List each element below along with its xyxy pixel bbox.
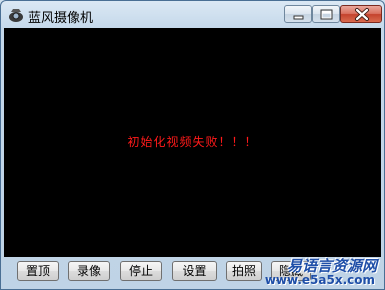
camera-app-icon	[7, 6, 25, 24]
close-button[interactable]	[340, 5, 382, 23]
minimize-icon	[293, 15, 304, 20]
status-message: 初始化视频失败！！！	[127, 135, 258, 149]
stop-button[interactable]: 停止	[120, 261, 162, 281]
top-button[interactable]: 置顶	[17, 261, 59, 281]
watermark-url: www.e5a5x.com	[264, 273, 375, 287]
video-preview-area: 初始化视频失败！！！	[4, 28, 381, 257]
maximize-button[interactable]	[312, 5, 340, 23]
minimize-button[interactable]	[284, 5, 312, 23]
site-watermark: 易语言资源网 www.e5a5x.com	[264, 255, 381, 289]
window-title: 蓝风摄像机	[28, 11, 94, 26]
maximize-icon	[320, 9, 333, 20]
photo-button[interactable]: 拍照	[226, 261, 262, 281]
title-bar[interactable]: 蓝风摄像机	[1, 1, 384, 29]
close-icon	[355, 8, 369, 21]
record-button[interactable]: 录像	[68, 261, 110, 281]
app-window: 蓝风摄像机 初始化视频失败！！！ 置顶 录像 停止 设置 拍照 隐藏 易语言资源…	[0, 0, 385, 290]
settings-button[interactable]: 设置	[172, 261, 217, 281]
